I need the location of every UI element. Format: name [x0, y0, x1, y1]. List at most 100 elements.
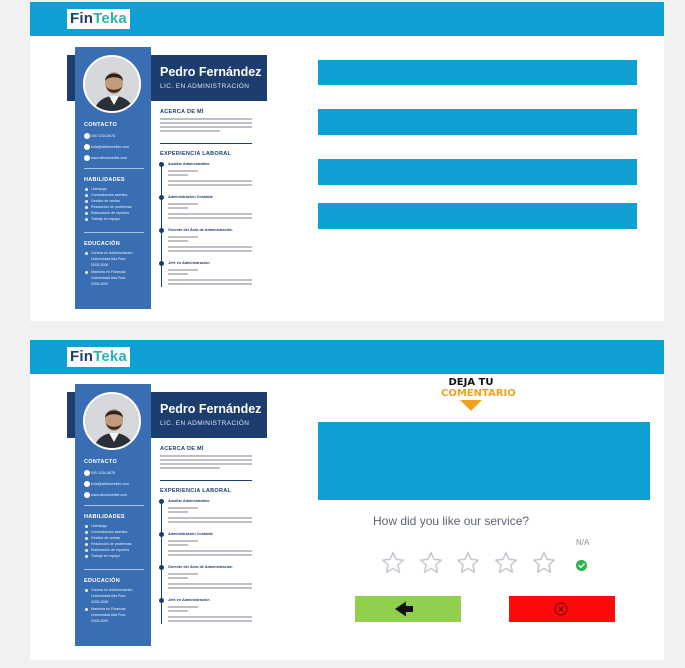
divider — [84, 168, 144, 169]
job-text — [168, 250, 252, 252]
bullet — [85, 608, 88, 611]
cv-panel-top: FinTeka Pedro Fernández LIC. EN ADMINIST… — [30, 2, 664, 321]
bullet — [85, 555, 88, 558]
timeline-dot — [159, 162, 164, 167]
cv-role: LIC. EN ADMINISTRACIÓN — [160, 420, 250, 427]
skill-item: Liderazgo — [91, 524, 107, 528]
job-title: Auxiliar Administrativo — [168, 499, 210, 503]
timeline-dot — [159, 499, 164, 504]
job-text — [168, 517, 252, 519]
job-text — [168, 577, 188, 579]
job-title: Auxiliar Administrativo — [168, 162, 210, 166]
job-text — [168, 170, 198, 172]
leave-comment-heading: DEJA TU COMENTARIO — [441, 378, 516, 411]
cv-name: Pedro Fernández — [160, 65, 262, 79]
experience-heading: EXPERIENCIA LABORAL — [160, 151, 232, 157]
cv-panel-feedback: FinTeka Pedro Fernández LIC. EN ADMINIST… — [30, 340, 664, 660]
job-text — [168, 606, 198, 608]
education-item: Carrera en Administración — [91, 251, 133, 255]
job-title: Administración Contable — [168, 195, 213, 199]
timeline-dot — [159, 228, 164, 233]
job-text — [168, 583, 252, 585]
about-text — [160, 467, 220, 469]
na-label: N/A — [576, 538, 590, 547]
finteka-logo: FinTeka — [67, 347, 130, 367]
skill-item: Elaboración de reportes — [91, 548, 130, 552]
job-text — [168, 610, 188, 612]
timeline — [161, 499, 162, 624]
web-icon — [84, 492, 90, 498]
job-text — [168, 521, 252, 523]
comment-box[interactable] — [318, 422, 650, 500]
about-text — [160, 126, 252, 128]
divider — [84, 505, 144, 506]
star-4-icon[interactable] — [493, 550, 519, 576]
blue-field-3[interactable] — [318, 159, 637, 185]
education-item: Maestría en Finanzas — [91, 607, 126, 611]
mail-icon — [84, 144, 90, 150]
skill-item: Gestión de ventas — [91, 536, 120, 540]
education-item: Universidad Alta Prau — [91, 594, 126, 598]
job-text — [168, 217, 252, 219]
job-text — [168, 240, 188, 242]
skill-item: Gestión de ventas — [91, 199, 120, 203]
contact-phone: 000 1234-5678 — [91, 134, 116, 138]
timeline-dot — [159, 565, 164, 570]
experience-heading: EXPERIENCIA LABORAL — [160, 488, 232, 494]
job-text — [168, 246, 252, 248]
bullet — [85, 589, 88, 592]
education-heading: EDUCACIÓN — [84, 241, 121, 247]
job-text — [168, 511, 188, 513]
phone-icon — [84, 470, 90, 476]
education-item: Universidad Alta Prau — [91, 276, 126, 280]
education-item: Universidad Alta Prau — [91, 257, 126, 261]
check-circle-icon[interactable] — [576, 560, 587, 571]
job-text — [168, 269, 198, 271]
cv-preview: Pedro Fernández LIC. EN ADMINISTRACIÓN C… — [67, 384, 267, 646]
education-item: 2005-2008 — [91, 600, 109, 604]
contact-web: www.sitioincreible.com — [91, 493, 128, 497]
about-text — [160, 459, 252, 461]
blue-field-4[interactable] — [318, 203, 637, 229]
contact-heading: CONTACTO — [84, 122, 118, 128]
blue-field-1[interactable] — [318, 60, 637, 85]
star-2-icon[interactable] — [418, 550, 444, 576]
job-text — [168, 554, 252, 556]
divider — [84, 569, 144, 570]
finteka-logo: FinTeka — [67, 9, 130, 29]
close-button[interactable] — [509, 596, 615, 622]
heading-line-2: COMENTARIO — [441, 388, 516, 399]
education-item: Universidad Alta Prau — [91, 613, 126, 617]
timeline-dot — [159, 532, 164, 537]
bullet — [85, 537, 88, 540]
cv-preview: Pedro Fernández LIC. EN ADMINISTRACIÓN C… — [67, 47, 267, 309]
timeline — [161, 162, 162, 287]
skill-item: Trabajo en equipo — [91, 217, 120, 221]
skills-heading: HABILIDADES — [84, 514, 125, 520]
star-3-icon[interactable] — [455, 550, 481, 576]
about-text — [160, 118, 252, 120]
education-item: 2005-2008 — [91, 263, 109, 267]
job-text — [168, 273, 188, 275]
contact-email: hola@sitioincreible.com — [91, 145, 130, 149]
job-text — [168, 203, 198, 205]
skill-item: Comunicación asertiva — [91, 193, 128, 197]
contact-web: www.sitioincreible.com — [91, 156, 128, 160]
job-text — [168, 180, 252, 182]
contact-phone: 000 1234-5678 — [91, 471, 116, 475]
phone-icon — [84, 133, 90, 139]
back-button[interactable] — [355, 596, 461, 622]
bullet — [85, 212, 88, 215]
skill-item: Elaboración de reportes — [91, 211, 130, 215]
about-heading: ACERCA DE MÍ — [160, 109, 204, 115]
star-1-icon[interactable] — [380, 550, 406, 576]
skill-item: Trabajo en equipo — [91, 554, 120, 558]
job-text — [168, 213, 252, 215]
bullet — [85, 188, 88, 191]
job-text — [168, 507, 198, 509]
job-text — [168, 620, 252, 622]
skill-item: Liderazgo — [91, 187, 107, 191]
bullet — [85, 543, 88, 546]
star-5-icon[interactable] — [531, 550, 557, 576]
blue-field-2[interactable] — [318, 109, 637, 135]
